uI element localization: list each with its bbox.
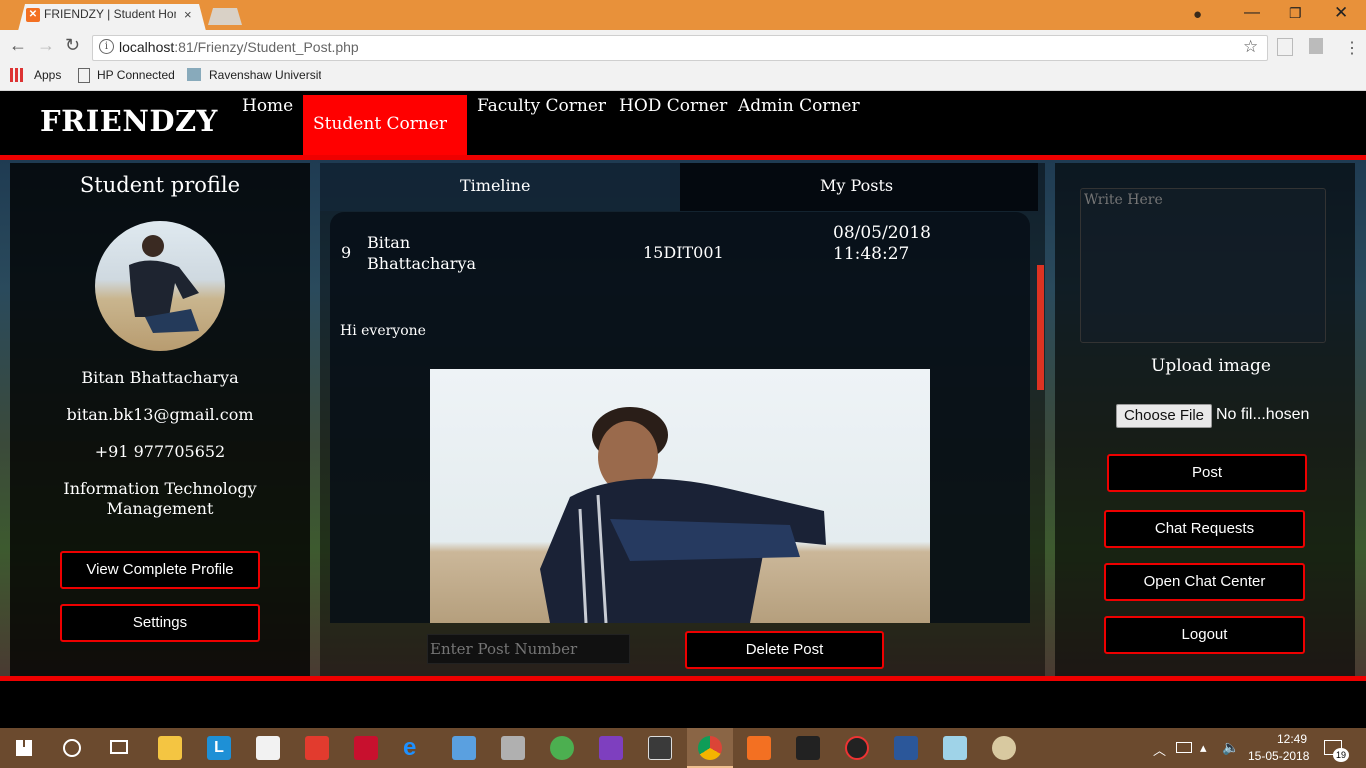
wpm-icon[interactable]: [845, 736, 869, 760]
url-port: :81: [174, 39, 194, 55]
delete-post-button[interactable]: Delete Post: [685, 631, 884, 669]
tools-icon[interactable]: [501, 736, 525, 760]
new-tab-button[interactable]: [208, 8, 242, 25]
mcafee-icon[interactable]: [354, 736, 378, 760]
clock-time[interactable]: 12:49: [1277, 732, 1307, 746]
bookmarks-bar: [0, 64, 1366, 91]
post-scrollbar[interactable]: [1037, 265, 1044, 390]
post-number-input[interactable]: [427, 634, 630, 664]
volume-icon[interactable]: 🔈: [1222, 739, 1239, 756]
bookmark-apps[interactable]: Apps: [34, 68, 61, 82]
bookmark-star-icon[interactable]: ☆: [1243, 37, 1258, 57]
bookmark-ravenshaw[interactable]: Ravenshaw University: [209, 68, 321, 82]
post-author-line1: Bitan: [367, 233, 411, 252]
open-chat-center-button[interactable]: Open Chat Center: [1104, 563, 1305, 601]
tab-close-icon[interactable]: ×: [184, 7, 192, 22]
nav-hod-corner[interactable]: HOD Corner: [619, 96, 727, 116]
post-date: 08/05/2018: [833, 223, 931, 243]
post-text: Hi everyone: [340, 323, 426, 339]
profile-department-line2: Management: [106, 499, 214, 518]
tab-timeline[interactable]: Timeline: [460, 176, 530, 195]
nav-home[interactable]: Home: [242, 96, 293, 116]
site-logo[interactable]: FRIENDZY: [40, 104, 218, 138]
browser-tab-title: FRIENDZY | Student Hom: [44, 7, 176, 21]
avatar-person-icon: [129, 235, 199, 333]
notes-icon[interactable]: [943, 736, 967, 760]
reload-icon[interactable]: ↻: [65, 35, 80, 56]
nav-student-corner[interactable]: Student Corner: [313, 114, 447, 134]
profile-name: Bitan Bhattacharya: [81, 368, 239, 387]
lync-icon[interactable]: L: [207, 736, 231, 760]
chat-requests-button[interactable]: Chat Requests: [1104, 510, 1305, 548]
post-button[interactable]: Post: [1107, 454, 1307, 492]
view-complete-profile-button[interactable]: View Complete Profile: [60, 551, 260, 589]
post-number: 9: [341, 243, 352, 262]
minimize-icon[interactable]: —: [1244, 4, 1260, 22]
forward-arrow-icon[interactable]: →: [37, 35, 55, 56]
browser-title-bar: [0, 0, 1366, 30]
back-arrow-icon[interactable]: ←: [9, 35, 27, 56]
settings-button[interactable]: Settings: [60, 604, 260, 642]
url-host: localhost: [119, 39, 175, 55]
pdf-extension-icon[interactable]: [1309, 38, 1323, 54]
post-roll-number: 15DIT001: [643, 243, 724, 262]
tray-chevron-icon[interactable]: ︿: [1153, 740, 1166, 759]
word-icon[interactable]: [894, 736, 918, 760]
bookmark-hp-connected[interactable]: HP Connected: [97, 68, 175, 82]
chrome-icon[interactable]: [698, 736, 722, 760]
footer-divider: [0, 676, 1366, 681]
battery-icon[interactable]: [1176, 742, 1192, 753]
sublime-icon[interactable]: [648, 736, 672, 760]
post-time: 11:48:27: [833, 244, 910, 264]
profile-email: bitan.bk13@gmail.com: [66, 405, 254, 424]
header-divider: [0, 155, 1366, 160]
notification-badge: 19: [1333, 748, 1349, 762]
post-text-area[interactable]: [1080, 188, 1326, 343]
xampp-favicon-icon: ✕: [26, 8, 40, 22]
nav-faculty-corner[interactable]: Faculty Corner: [477, 96, 606, 116]
page-icon: [78, 68, 90, 83]
xampp-icon[interactable]: [747, 736, 771, 760]
logout-button[interactable]: Logout: [1104, 616, 1305, 654]
search-icon[interactable]: [63, 739, 81, 757]
profile-icon[interactable]: ●: [1193, 6, 1202, 23]
extension-icon[interactable]: [1277, 38, 1293, 56]
profile-department-line1: Information Technology: [63, 479, 257, 498]
folder-icon: [187, 68, 201, 81]
file-status-text: No fil...hosen: [1216, 406, 1310, 423]
profile-heading: Student profile: [79, 173, 241, 197]
app-icon-red[interactable]: [305, 736, 329, 760]
avatar: [95, 221, 225, 351]
tab-my-posts[interactable]: My Posts: [820, 176, 893, 195]
menu-dots-icon[interactable]: ⋮: [1344, 38, 1360, 58]
upload-image-label: Upload image: [1151, 356, 1271, 376]
store-icon[interactable]: [256, 736, 280, 760]
edge-icon[interactable]: e: [403, 736, 427, 760]
apps-grid-icon[interactable]: [10, 68, 24, 82]
info-icon[interactable]: i: [99, 39, 114, 54]
profile-phone: +91 977705652: [94, 442, 226, 461]
terminal-icon[interactable]: [796, 736, 820, 760]
atom-icon[interactable]: [550, 736, 574, 760]
post-photo-person-icon: [540, 407, 826, 623]
virtualbox-icon[interactable]: [452, 736, 476, 760]
maximize-icon[interactable]: ❐: [1289, 5, 1302, 22]
address-url[interactable]: localhost:81/Frienzy/Student_Post.php: [119, 39, 359, 55]
post-image[interactable]: [430, 369, 930, 623]
task-view-icon[interactable]: [110, 740, 128, 754]
network-icon[interactable]: ▴: [1200, 740, 1207, 756]
post-author-line2: Bhattacharya: [367, 254, 477, 273]
window-close-icon[interactable]: ✕: [1334, 3, 1348, 23]
clock-date[interactable]: 15-05-2018: [1248, 749, 1309, 763]
nav-admin-corner[interactable]: Admin Corner: [738, 96, 860, 116]
choose-file-button[interactable]: Choose File: [1116, 404, 1212, 428]
visual-studio-icon[interactable]: [599, 736, 623, 760]
url-path: /Frienzy/Student_Post.php: [193, 39, 359, 55]
paint-icon[interactable]: [992, 736, 1016, 760]
file-explorer-icon[interactable]: [158, 736, 182, 760]
